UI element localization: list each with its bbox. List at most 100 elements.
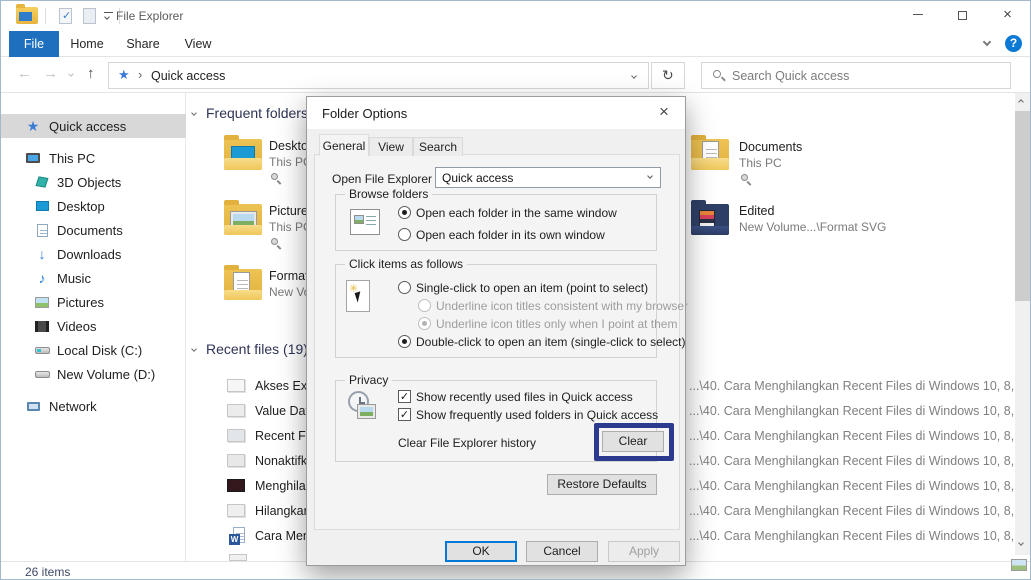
- browse-folders-icon: [350, 209, 380, 235]
- checkbox-frequent-folders[interactable]: ✓: [398, 408, 411, 421]
- window-title: File Explorer: [116, 9, 183, 23]
- close-button[interactable]: ×: [985, 1, 1030, 31]
- properties-icon[interactable]: ✓: [59, 8, 72, 24]
- item-count: 26 items: [25, 565, 70, 579]
- tab-view[interactable]: View: [369, 137, 413, 156]
- clear-button-highlight-annotation: [594, 423, 674, 461]
- sidebar-item-label: Quick access: [49, 119, 126, 134]
- cancel-button[interactable]: Cancel: [526, 541, 598, 562]
- recent-locations-icon[interactable]: [68, 71, 74, 77]
- sidebar-item-desktop[interactable]: Desktop: [1, 194, 186, 218]
- cube-icon: [34, 174, 50, 190]
- tab-view[interactable]: View: [175, 31, 221, 57]
- help-icon[interactable]: ?: [1005, 35, 1022, 52]
- disk-icon: [34, 342, 50, 358]
- sidebar-item-music[interactable]: ♪ Music: [1, 266, 186, 290]
- search-icon: [713, 70, 721, 78]
- collapse-group-icon[interactable]: [191, 110, 197, 116]
- click-items-group: Click items as follows ✳ Single-click to…: [335, 264, 657, 358]
- forward-icon[interactable]: →: [43, 65, 58, 82]
- dialog-title-bar: Folder Options ×: [307, 97, 685, 129]
- image-thumbnail-icon: [227, 379, 245, 392]
- sidebar-item-3d-objects[interactable]: 3D Objects: [1, 170, 186, 194]
- open-to-dropdown[interactable]: Quick access: [435, 167, 661, 188]
- sidebar-item-documents[interactable]: Documents: [1, 218, 186, 242]
- image-thumbnail-icon: [227, 454, 245, 467]
- sidebar-item-pictures[interactable]: Pictures: [1, 290, 186, 314]
- open-to-label: Open File Explorer to:: [332, 172, 449, 186]
- checkbox-recent-files[interactable]: ✓: [398, 390, 411, 403]
- collapse-group-icon[interactable]: [191, 346, 197, 352]
- scrollbar-thumb[interactable]: [1015, 111, 1030, 301]
- minimize-button[interactable]: [895, 1, 940, 31]
- sidebar-item-label: 3D Objects: [57, 175, 121, 190]
- click-page-cursor-icon: ✳: [346, 280, 370, 312]
- vertical-scrollbar[interactable]: [1015, 93, 1030, 555]
- search-input[interactable]: [732, 66, 1002, 85]
- privacy-photo-icon: [358, 405, 375, 418]
- back-icon[interactable]: ←: [17, 65, 32, 82]
- refresh-button[interactable]: ↻: [651, 62, 685, 89]
- image-thumbnail-icon: [227, 504, 245, 517]
- thumbnail-view-icon[interactable]: [1011, 559, 1027, 571]
- pin-icon: [271, 173, 278, 180]
- up-icon[interactable]: ↑: [87, 65, 95, 82]
- quick-access-star-icon: ★: [118, 67, 130, 83]
- ribbon-collapse-icon[interactable]: [983, 38, 991, 46]
- sidebar-item-quick-access[interactable]: ★ Quick access: [1, 114, 186, 138]
- sidebar-item-new-volume-d[interactable]: New Volume (D:): [1, 362, 186, 386]
- tab-file[interactable]: File: [9, 31, 59, 57]
- address-bar[interactable]: ★ › Quick access: [108, 62, 649, 89]
- radio-own-window[interactable]: [398, 228, 411, 241]
- maximize-button[interactable]: [940, 1, 985, 31]
- sidebar-item-local-disk-c[interactable]: Local Disk (C:): [1, 338, 186, 362]
- dropdown-value: Quick access: [442, 171, 513, 185]
- sidebar-item-label: Music: [57, 271, 91, 286]
- sidebar-item-videos[interactable]: Videos: [1, 314, 186, 338]
- frequent-folders-header[interactable]: Frequent folders: [206, 105, 308, 121]
- radio-single-click[interactable]: [398, 281, 411, 294]
- navigation-pane: ★ Quick access This PC 3D Objects Deskto…: [1, 93, 186, 561]
- scroll-down-icon[interactable]: [1018, 540, 1024, 546]
- picture-icon: [34, 294, 50, 310]
- radio-same-window[interactable]: [398, 206, 411, 219]
- ok-button[interactable]: OK: [445, 541, 517, 562]
- new-folder-icon[interactable]: [83, 8, 96, 24]
- customize-toolbar-icon[interactable]: [104, 12, 113, 13]
- breadcrumb-location[interactable]: Quick access: [151, 69, 225, 83]
- restore-defaults-button[interactable]: Restore Defaults: [547, 474, 657, 495]
- pin-icon: [741, 174, 748, 181]
- image-thumbnail-icon: [227, 479, 245, 492]
- sidebar-item-label: Local Disk (C:): [57, 343, 142, 358]
- sidebar-item-downloads[interactable]: ↓ Downloads: [1, 242, 186, 266]
- minimize-icon: [913, 14, 923, 15]
- dialog-title: Folder Options: [322, 106, 407, 121]
- address-dropdown-icon[interactable]: [631, 73, 637, 79]
- tab-home[interactable]: Home: [63, 31, 111, 57]
- sidebar-item-this-pc[interactable]: This PC: [1, 146, 186, 170]
- document-icon: [34, 222, 50, 238]
- radio-double-click[interactable]: [398, 335, 411, 348]
- monitor-icon: [25, 150, 41, 166]
- apply-button[interactable]: Apply: [608, 541, 680, 562]
- search-box[interactable]: [701, 62, 1011, 89]
- sidebar-item-label: Desktop: [57, 199, 105, 214]
- radio-underline-consistent[interactable]: [418, 299, 431, 312]
- sidebar-item-label: New Volume (D:): [57, 367, 155, 382]
- sidebar-item-network[interactable]: Network: [1, 394, 186, 418]
- image-thumbnail-icon: [227, 404, 245, 417]
- scroll-up-icon[interactable]: [1018, 99, 1024, 105]
- group-title: Browse folders: [345, 187, 432, 201]
- desktop-icon: [34, 198, 50, 214]
- refresh-icon: ↻: [662, 67, 674, 84]
- network-icon: [25, 398, 41, 414]
- clear-history-label: Clear File Explorer history: [398, 436, 536, 450]
- sidebar-item-label: This PC: [49, 151, 95, 166]
- dialog-close-icon[interactable]: ×: [653, 102, 675, 122]
- recent-files-header[interactable]: Recent files (19): [206, 341, 308, 357]
- pin-icon: [271, 238, 278, 245]
- tab-share[interactable]: Share: [119, 31, 167, 57]
- radio-underline-point[interactable]: [418, 317, 431, 330]
- tab-general[interactable]: General: [319, 134, 369, 156]
- tab-search[interactable]: Search: [413, 137, 463, 156]
